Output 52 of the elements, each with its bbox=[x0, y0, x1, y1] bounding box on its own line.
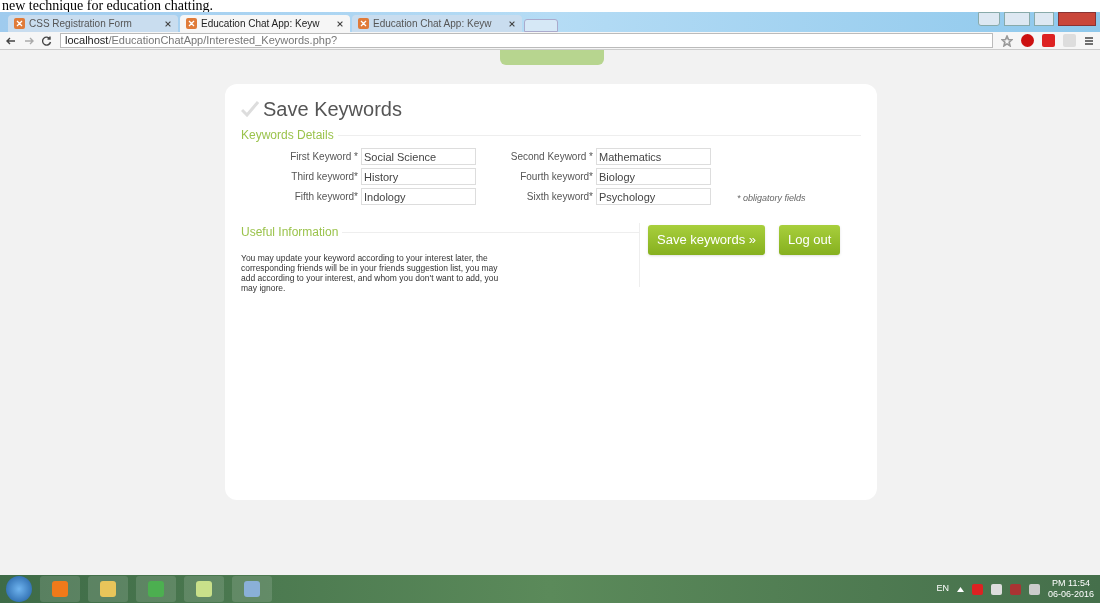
obligatory-note: * obligatory fields bbox=[736, 191, 807, 205]
start-button[interactable] bbox=[6, 576, 32, 602]
back-icon[interactable] bbox=[6, 35, 16, 46]
close-icon[interactable] bbox=[336, 19, 344, 28]
site-icon bbox=[358, 18, 369, 29]
browser-tab[interactable]: Education Chat App: Keyw bbox=[180, 15, 350, 32]
close-icon[interactable] bbox=[508, 19, 516, 28]
close-icon[interactable] bbox=[164, 19, 172, 28]
tab-title: CSS Registration Form bbox=[29, 17, 133, 31]
clock-date[interactable]: 06-06-2016 bbox=[1047, 589, 1094, 600]
star-icon[interactable] bbox=[1001, 34, 1013, 47]
forward-icon[interactable] bbox=[24, 35, 34, 46]
tray-arrow-icon[interactable] bbox=[956, 586, 964, 592]
address-text: localhost/EducationChatApp/Interested_Keywords.php? bbox=[65, 33, 338, 49]
keyword-field[interactable]: History bbox=[361, 168, 476, 185]
form-title: Save Keywords bbox=[263, 97, 402, 122]
keyword-field[interactable]: Psychology bbox=[596, 188, 711, 205]
field-label: Second Keyword * bbox=[509, 150, 594, 164]
info-paragraph: You may update your keyword according to your interest later, the corresponding friends will be in your friends suggestion list, you may add according to your interest, and whom you don't want to add, you may ignore. bbox=[241, 253, 500, 293]
field-label: First Keyword * bbox=[289, 150, 359, 164]
user-button[interactable] bbox=[978, 12, 1000, 26]
field-label: Fifth keyword* bbox=[293, 190, 359, 204]
keyword-field[interactable]: Biology bbox=[596, 168, 711, 185]
taskbar-app-icon[interactable] bbox=[232, 576, 272, 602]
field-label: Sixth keyword* bbox=[525, 190, 594, 204]
taskbar-app-icon[interactable] bbox=[40, 576, 80, 602]
section-legend: Useful Information bbox=[241, 223, 339, 241]
address-bar[interactable]: localhost/EducationChatApp/Interested_Keywords.php? bbox=[60, 33, 993, 48]
language-indicator[interactable]: EN bbox=[936, 582, 949, 596]
field-label: Fourth keyword* bbox=[519, 170, 594, 184]
site-icon bbox=[186, 18, 197, 29]
taskbar-app-icon[interactable] bbox=[88, 576, 128, 602]
field-label: Third keyword* bbox=[290, 170, 359, 184]
close-button[interactable] bbox=[1058, 12, 1096, 26]
clock-time[interactable]: PM 11:54 bbox=[1052, 578, 1090, 589]
check-icon bbox=[241, 101, 259, 117]
new-tab-button[interactable] bbox=[524, 19, 558, 32]
taskbar-app-icon[interactable] bbox=[184, 576, 224, 602]
keyword-field[interactable]: Indology bbox=[361, 188, 476, 205]
reload-icon[interactable] bbox=[42, 35, 52, 46]
browser-tab[interactable]: CSS Registration Form bbox=[8, 15, 178, 32]
maximize-button[interactable] bbox=[1034, 12, 1054, 26]
browser-tab[interactable]: Education Chat App: Keyw bbox=[352, 15, 522, 32]
site-icon bbox=[14, 18, 25, 29]
menu-icon[interactable] bbox=[1084, 35, 1094, 46]
keyword-field[interactable]: Social Science bbox=[361, 148, 476, 165]
section-legend: Keywords Details bbox=[241, 126, 334, 144]
tab-title: Education Chat App: Keyw bbox=[201, 17, 321, 31]
minimize-button[interactable] bbox=[1004, 12, 1030, 26]
keyword-field[interactable]: Mathematics bbox=[596, 148, 711, 165]
taskbar-app-icon[interactable] bbox=[136, 576, 176, 602]
tab-title: Education Chat App: Keyw bbox=[373, 17, 493, 31]
